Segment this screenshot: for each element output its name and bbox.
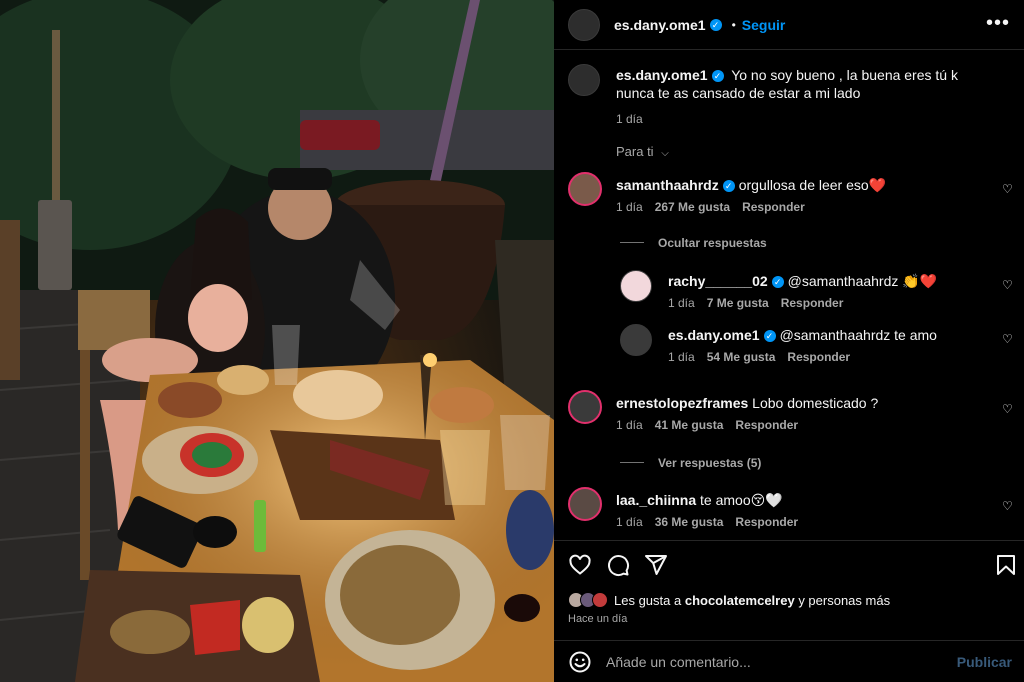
- heart-icon[interactable]: ♡: [1002, 278, 1014, 292]
- verified-badge-icon: ✓: [763, 330, 776, 343]
- reply-button[interactable]: Responder: [742, 200, 805, 214]
- comment-likes[interactable]: 54 Me gusta: [707, 350, 776, 364]
- caption-author-username[interactable]: es.dany.ome1: [616, 67, 708, 83]
- comment-likes[interactable]: 267 Me gusta: [655, 200, 730, 214]
- comment-likes[interactable]: 41 Me gusta: [655, 418, 724, 432]
- reply-button[interactable]: Responder: [787, 350, 850, 364]
- verified-badge-icon: ✓: [771, 276, 784, 289]
- comment-likes[interactable]: 7 Me gusta: [707, 296, 769, 310]
- commenter-avatar[interactable]: [568, 172, 602, 206]
- caption-time: 1 día: [616, 112, 643, 126]
- likes-user[interactable]: chocolatemcelrey: [685, 593, 795, 608]
- thread-toggle[interactable]: Ver respuestas (5): [620, 454, 761, 472]
- publish-button[interactable]: Publicar: [957, 654, 1012, 670]
- commenter-username[interactable]: es.dany.ome1: [668, 327, 760, 343]
- heart-icon[interactable]: ♡: [1002, 402, 1014, 416]
- commenter-avatar[interactable]: [620, 270, 652, 302]
- chevron-down-icon: ⌵: [661, 148, 669, 159]
- post-photo[interactable]: [0, 0, 554, 682]
- post-header: es.dany.ome1 ✓ • Seguir •••: [554, 0, 1024, 50]
- heart-icon[interactable]: ♡: [1002, 499, 1014, 513]
- commenter-username[interactable]: ernestolopezframes: [616, 395, 748, 411]
- comment-text: orgullosa de leer eso❤️: [738, 177, 887, 193]
- comment-text: @samanthaahrdz te amo: [779, 327, 937, 343]
- comment-time: 1 día: [616, 418, 643, 432]
- likes-prefix: Les gusta a: [614, 592, 682, 608]
- commenter-avatar[interactable]: [620, 324, 652, 356]
- more-options-icon[interactable]: •••: [986, 12, 1010, 35]
- author-avatar[interactable]: [568, 8, 600, 41]
- comment-time: 1 día: [616, 515, 643, 529]
- reply-button[interactable]: Responder: [781, 296, 844, 310]
- commenter-username[interactable]: samanthaahrdz: [616, 177, 719, 193]
- liker-avatar: [592, 592, 608, 608]
- comment-text: te amoo😚🤍: [700, 492, 783, 508]
- reply-button[interactable]: Responder: [735, 418, 798, 432]
- verified-badge-icon: ✓: [722, 180, 735, 193]
- bookmark-icon[interactable]: [994, 553, 1018, 577]
- post-panel: es.dany.ome1 ✓ • Seguir ••• es.dany.ome1…: [554, 0, 1024, 682]
- comment-text: Lobo domesticado ?: [752, 395, 879, 411]
- heart-icon[interactable]: ♡: [1002, 182, 1014, 196]
- share-icon[interactable]: [644, 553, 668, 577]
- commenter-avatar[interactable]: [568, 390, 602, 424]
- comment-input[interactable]: Añade un comentario...: [606, 654, 957, 670]
- action-bar: [554, 540, 1024, 590]
- likers-avatars: [568, 592, 608, 608]
- thread-line: [620, 242, 644, 244]
- sort-dropdown[interactable]: Para ti ⌵: [616, 144, 669, 159]
- add-comment-bar: Añade un comentario... Publicar: [554, 640, 1024, 682]
- commenter-username[interactable]: laa._chiinna: [616, 492, 696, 508]
- heart-icon[interactable]: ♡: [1002, 332, 1014, 346]
- post-date: Hace un día: [568, 613, 628, 625]
- comment-icon[interactable]: [606, 553, 630, 577]
- verified-badge-icon: ✓: [709, 18, 722, 31]
- sort-label: Para ti: [616, 144, 654, 159]
- verified-badge-icon: ✓: [711, 70, 724, 83]
- comment-time: 1 día: [668, 296, 695, 310]
- follow-button[interactable]: Seguir: [742, 17, 786, 33]
- emoji-icon[interactable]: [568, 650, 592, 674]
- thread-line: [620, 462, 644, 464]
- likes-summary[interactable]: Les gusta a chocolatemcelrey y personas …: [568, 592, 890, 608]
- comment-text: @samanthaahrdz 👏❤️: [787, 273, 938, 289]
- header-separator: •: [731, 17, 736, 32]
- thread-toggle[interactable]: Ocultar respuestas: [620, 234, 767, 252]
- commenter-avatar[interactable]: [568, 487, 602, 521]
- likes-suffix: y personas más: [798, 592, 891, 608]
- caption-author-avatar[interactable]: [568, 64, 600, 96]
- comment-time: 1 día: [668, 350, 695, 364]
- comment-likes[interactable]: 36 Me gusta: [655, 515, 724, 529]
- thread-toggle-label: Ocultar respuestas: [658, 236, 767, 250]
- thread-toggle-label: Ver respuestas (5): [658, 456, 762, 470]
- comment-time: 1 día: [616, 200, 643, 214]
- photo-illustration: [0, 0, 554, 682]
- reply-button[interactable]: Responder: [735, 515, 798, 529]
- heart-icon[interactable]: [568, 553, 592, 577]
- commenter-username[interactable]: rachy______02: [668, 273, 768, 289]
- author-username[interactable]: es.dany.ome1: [614, 17, 706, 33]
